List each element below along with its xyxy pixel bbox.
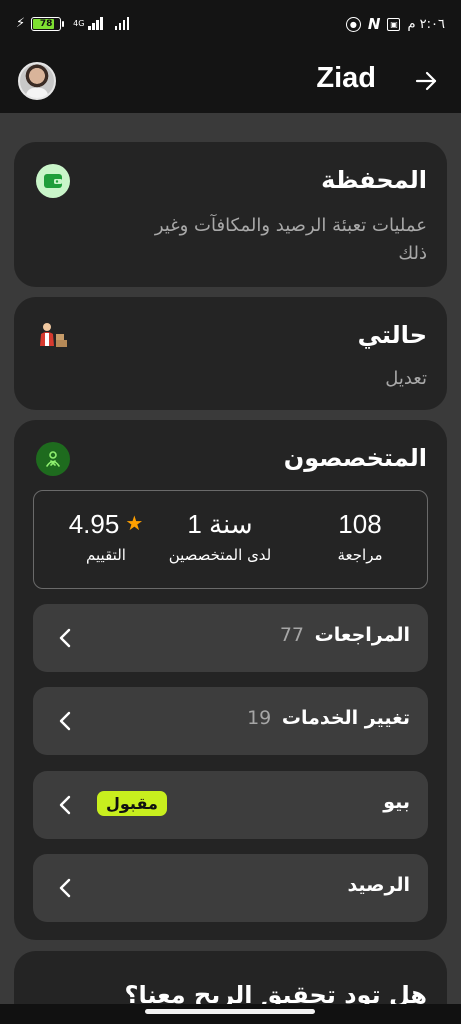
row-reviews[interactable]: المراجعات 77	[33, 604, 428, 672]
specialists-title: المتخصصون	[283, 444, 427, 472]
row-balance[interactable]: الرصيد	[33, 854, 428, 922]
stat-tenure-value: 1 سنة	[187, 509, 253, 539]
my-status-title: حالتي	[357, 321, 427, 349]
row-service-changes-label: تغيير الخدمات 19	[247, 707, 410, 729]
rating-number: 4.95	[68, 509, 120, 539]
stat-rating-label: التقييم	[86, 546, 126, 564]
row-reviews-text: المراجعات	[314, 624, 410, 646]
battery-icon: 78	[31, 16, 65, 31]
wallet-subtitle: عمليات تعبئة الرصيد والمكافآت وغير ذلك	[155, 212, 427, 268]
chevron-left-icon	[59, 795, 71, 815]
notification-icon: ▣	[387, 17, 401, 31]
navigation-bar	[0, 1004, 461, 1024]
top-bar: ⚡ 78 4G ● N ▣ ٢:٠٦ م Ziad	[0, 0, 461, 113]
row-service-changes[interactable]: تغيير الخدمات 19	[33, 687, 428, 755]
status-bar: ⚡ 78 4G ● N ▣ ٢:٠٦ م	[0, 0, 461, 52]
data-saver-icon: ●	[345, 16, 361, 32]
row-service-changes-text: تغيير الخدمات	[281, 707, 410, 729]
row-bio[interactable]: بيو مقبول	[33, 771, 428, 839]
charging-icon: ⚡	[16, 16, 26, 31]
battery-level: 78	[39, 18, 53, 29]
nfc-icon: N	[367, 15, 381, 33]
stat-reviews-value: 108	[338, 509, 382, 539]
my-status-subtitle: تعديل	[385, 368, 427, 389]
wallet-title: المحفظة	[321, 166, 427, 194]
stat-rating: 4.95 ★ التقييم	[56, 509, 156, 564]
row-reviews-count: 77	[279, 624, 304, 646]
my-status-card[interactable]: حالتي تعديل	[14, 297, 447, 410]
row-balance-label: الرصيد	[347, 874, 410, 896]
chevron-left-icon	[59, 628, 71, 648]
stat-reviews-label: مراجعة	[337, 546, 383, 564]
status-left: ⚡ 78 4G	[16, 16, 130, 31]
clock: ٢:٠٦ م	[407, 16, 445, 32]
row-service-changes-count: 19	[247, 707, 272, 729]
row-reviews-label: المراجعات 77	[280, 624, 410, 646]
person-with-boxes-icon	[36, 317, 70, 351]
specialists-card: المتخصصون 108 مراجعة 1 سنة لدى المتخصصين…	[14, 420, 447, 940]
stat-tenure: 1 سنة لدى المتخصصين	[155, 509, 285, 564]
signal-icon-2	[114, 17, 130, 30]
arrow-right-icon[interactable]	[411, 66, 441, 96]
specialist-icon	[36, 442, 70, 476]
wallet-subtitle-line2: ذلك	[398, 243, 427, 264]
chevron-left-icon	[59, 711, 71, 731]
status-right: ● N ▣ ٢:٠٦ م	[345, 15, 445, 33]
username: Ziad	[316, 62, 376, 94]
star-icon: ★	[125, 513, 144, 535]
home-indicator[interactable]	[145, 1009, 315, 1014]
row-bio-label: بيو	[383, 791, 410, 813]
status-badge: مقبول	[97, 791, 167, 816]
wallet-card[interactable]: المحفظة عمليات تعبئة الرصيد والمكافآت وغ…	[14, 142, 447, 287]
stat-reviews: 108 مراجعة	[315, 509, 405, 564]
stat-tenure-label: لدى المتخصصين	[168, 546, 272, 564]
signal-icon	[88, 17, 103, 30]
wallet-subtitle-line1: عمليات تعبئة الرصيد والمكافآت وغير	[154, 215, 427, 236]
stats-box: 108 مراجعة 1 سنة لدى المتخصصين 4.95 ★ الت…	[33, 490, 428, 589]
avatar[interactable]	[18, 62, 56, 100]
network-type: 4G	[73, 18, 85, 28]
wallet-icon	[36, 164, 70, 198]
stat-rating-value: 4.95 ★	[56, 509, 156, 540]
chevron-left-icon	[59, 878, 71, 898]
